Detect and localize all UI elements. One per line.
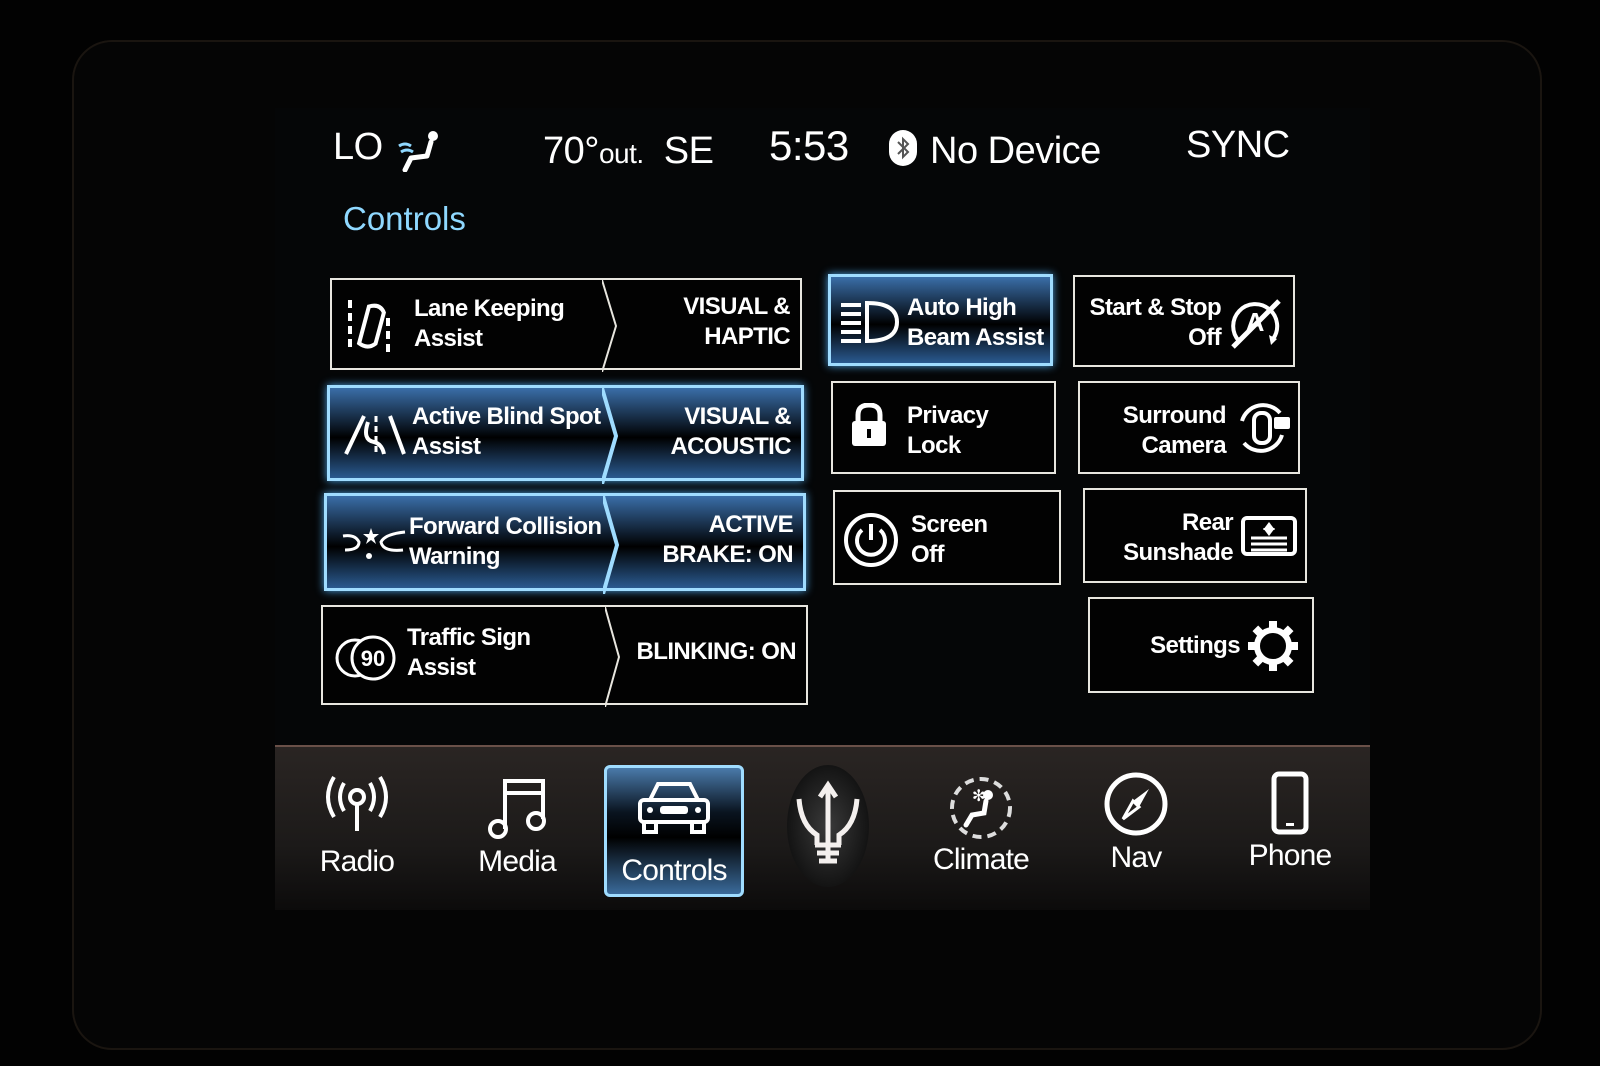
tile-label: Settings xyxy=(1150,632,1240,659)
tile-label: Lock xyxy=(907,432,961,459)
tile-label: Assist xyxy=(407,654,476,681)
settings-button[interactable]: Settings xyxy=(1088,597,1314,693)
infotainment-screen: LO 70°out. SE 5:53 No Device SYNC Contro… xyxy=(275,108,1370,910)
tile-label: Forward Collision xyxy=(409,513,602,540)
nav-label: Phone xyxy=(1248,839,1333,872)
trident-logo-icon xyxy=(796,780,860,864)
start-stop-off-button[interactable]: Start & Stop Off A xyxy=(1073,275,1295,367)
tile-value: VISUAL & xyxy=(683,293,790,320)
surround-camera-button[interactable]: Surround Camera xyxy=(1078,381,1300,474)
nav-controls[interactable]: Controls xyxy=(604,765,744,897)
tile-label: Beam Assist xyxy=(907,324,1044,351)
tile-value: BRAKE: ON xyxy=(662,541,793,568)
tile-value: BLINKING: ON xyxy=(636,638,797,665)
tile-label: Auto High xyxy=(907,294,1017,321)
climate-icon: ✻ xyxy=(948,775,1014,846)
nav-media[interactable]: Media xyxy=(447,747,587,897)
status-bar: LO 70°out. SE 5:53 No Device SYNC xyxy=(275,108,1370,188)
tile-label: Warning xyxy=(409,543,501,570)
nav-nav[interactable]: Nav xyxy=(1066,747,1206,897)
tile-label: Traffic Sign xyxy=(407,624,531,651)
tile-value: ACOUSTIC xyxy=(670,433,791,460)
system-name: SYNC xyxy=(1186,124,1290,166)
tile-label: Sunshade xyxy=(1123,539,1234,566)
tile-label: Assist xyxy=(414,325,483,352)
page-title: Controls xyxy=(343,200,466,237)
phone-icon xyxy=(1270,771,1310,840)
nav-label: Media xyxy=(478,845,557,878)
chevron-divider xyxy=(602,280,618,372)
tile-value: HAPTIC xyxy=(704,323,790,350)
surround-camera-icon xyxy=(1234,401,1292,460)
lane-keeping-icon xyxy=(346,298,394,359)
radio-icon xyxy=(322,775,392,840)
bluetooth-status[interactable]: No Device xyxy=(930,130,1101,173)
high-beam-icon xyxy=(839,299,900,350)
tile-label: Lane Keeping xyxy=(414,295,565,322)
chevron-divider xyxy=(605,607,621,707)
speed-sign-icon: 90 xyxy=(335,635,399,686)
nav-label: Climate xyxy=(932,843,1030,876)
sunshade-icon xyxy=(1241,516,1297,563)
nav-climate[interactable]: ✻ Climate xyxy=(911,747,1051,897)
lock-icon xyxy=(849,402,889,452)
auto-start-stop-off-icon: A xyxy=(1225,295,1285,356)
tile-label: Rear xyxy=(1182,509,1234,536)
home-logo-button[interactable] xyxy=(787,765,869,887)
screen-off-button[interactable]: Screen Off xyxy=(833,490,1061,585)
forward-collision-icon xyxy=(341,524,407,569)
tile-label: Active Blind Spot xyxy=(412,403,601,430)
auto-high-beam-assist-button[interactable]: Auto High Beam Assist xyxy=(828,274,1053,366)
tile-label: Start & Stop xyxy=(1089,294,1222,321)
clock: 5:53 xyxy=(769,122,849,169)
privacy-lock-button[interactable]: Privacy Lock xyxy=(831,381,1056,474)
nav-label: Nav xyxy=(1110,841,1163,874)
blind-spot-icon xyxy=(344,412,406,461)
tile-label: Off xyxy=(911,541,944,568)
svg-text:✻: ✻ xyxy=(972,788,985,805)
nav-label: Controls xyxy=(621,854,727,887)
tile-label: Privacy xyxy=(907,402,989,429)
nav-radio[interactable]: Radio xyxy=(287,747,427,897)
chevron-divider xyxy=(603,496,620,594)
bottom-nav-bar: Radio Media Controls ✻ Climate Nav Phone xyxy=(275,745,1370,910)
speed-sign-text: 90 xyxy=(361,646,385,671)
temperature-value: 70° xyxy=(543,130,599,172)
tile-value: VISUAL & xyxy=(684,403,791,430)
tile-label: Screen xyxy=(911,511,988,538)
fan-level[interactable]: LO xyxy=(333,126,383,169)
tile-label: Camera xyxy=(1141,432,1227,459)
nav-label: Radio xyxy=(319,845,395,878)
lane-keeping-assist-button[interactable]: Lane Keeping Assist VISUAL & HAPTIC xyxy=(330,278,802,372)
tile-label: Assist xyxy=(412,433,481,460)
tile-value: ACTIVE xyxy=(708,511,794,538)
music-note-icon xyxy=(485,775,549,844)
nav-phone[interactable]: Phone xyxy=(1220,747,1360,897)
outside-temperature: 70°out. SE xyxy=(543,130,714,173)
temperature-suffix: out. xyxy=(598,138,644,169)
gear-icon xyxy=(1248,621,1298,676)
power-icon xyxy=(843,512,899,573)
active-blind-spot-assist-button[interactable]: Active Blind Spot Assist VISUAL & ACOUSTIC xyxy=(327,385,804,484)
forward-collision-warning-button[interactable]: Forward Collision Warning ACTIVE BRAKE: ON xyxy=(324,493,806,594)
car-icon xyxy=(636,778,712,839)
traffic-sign-assist-button[interactable]: 90 Traffic Sign Assist BLINKING: ON xyxy=(321,605,808,707)
rear-sunshade-button[interactable]: Rear Sunshade xyxy=(1083,488,1307,583)
tile-label: Surround xyxy=(1122,402,1227,429)
bluetooth-icon xyxy=(889,130,917,166)
seat-airflow-icon xyxy=(397,128,441,173)
compass-icon xyxy=(1103,771,1169,842)
compass-heading: SE xyxy=(663,130,714,172)
chevron-divider xyxy=(602,388,619,484)
tile-label: Off xyxy=(1188,324,1221,351)
